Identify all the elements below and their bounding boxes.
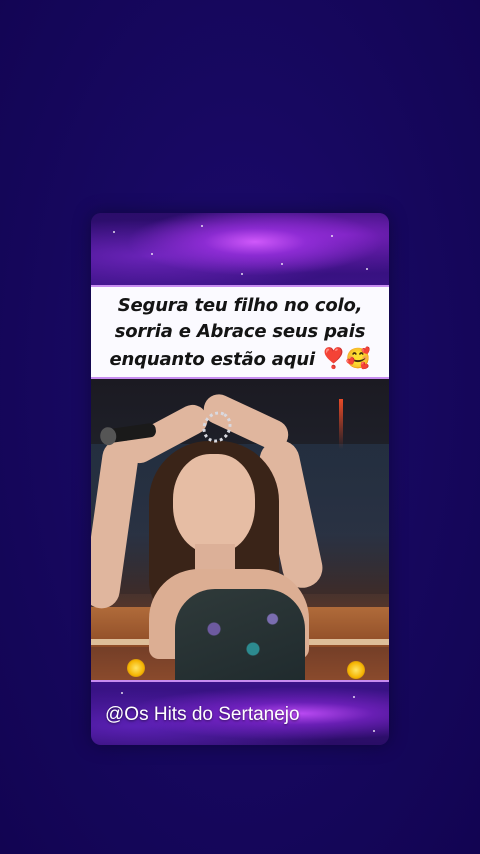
caption-box: Segura teu filho no colo, sorria e Abrac… <box>91 285 389 379</box>
star-decoration <box>331 235 333 237</box>
star-decoration <box>121 692 123 694</box>
star-decoration <box>373 730 375 732</box>
stage-light <box>347 661 365 679</box>
performer-photo[interactable] <box>91 379 389 680</box>
heart-exclamation-icon: ❣️ <box>321 346 346 370</box>
star-decoration <box>353 696 355 698</box>
caption-line-3: enquanto estão aqui ❣️🥰 <box>110 345 371 373</box>
performer-face <box>173 454 255 554</box>
star-decoration <box>241 273 243 275</box>
caption-line-3-text: enquanto estão aqui <box>109 349 316 370</box>
star-decoration <box>281 263 283 265</box>
star-decoration <box>366 268 368 270</box>
stage-light <box>127 659 145 677</box>
video-post-card[interactable]: Segura teu filho no colo, sorria e Abrac… <box>91 213 389 745</box>
star-decoration <box>151 253 153 255</box>
star-decoration <box>113 231 115 233</box>
stage-light-beam <box>339 399 343 449</box>
galaxy-header-band <box>91 213 389 285</box>
galaxy-footer-band: @Os Hits do Sertanejo <box>91 680 389 745</box>
smiling-face-with-hearts-icon: 🥰 <box>345 346 371 370</box>
star-decoration <box>201 225 203 227</box>
caption-line-1: Segura teu filho no colo, <box>117 295 363 316</box>
sequin-dress <box>175 589 305 680</box>
channel-watermark: @Os Hits do Sertanejo <box>105 704 300 725</box>
caption-line-2: sorria e Abrace seus pais <box>114 321 366 342</box>
